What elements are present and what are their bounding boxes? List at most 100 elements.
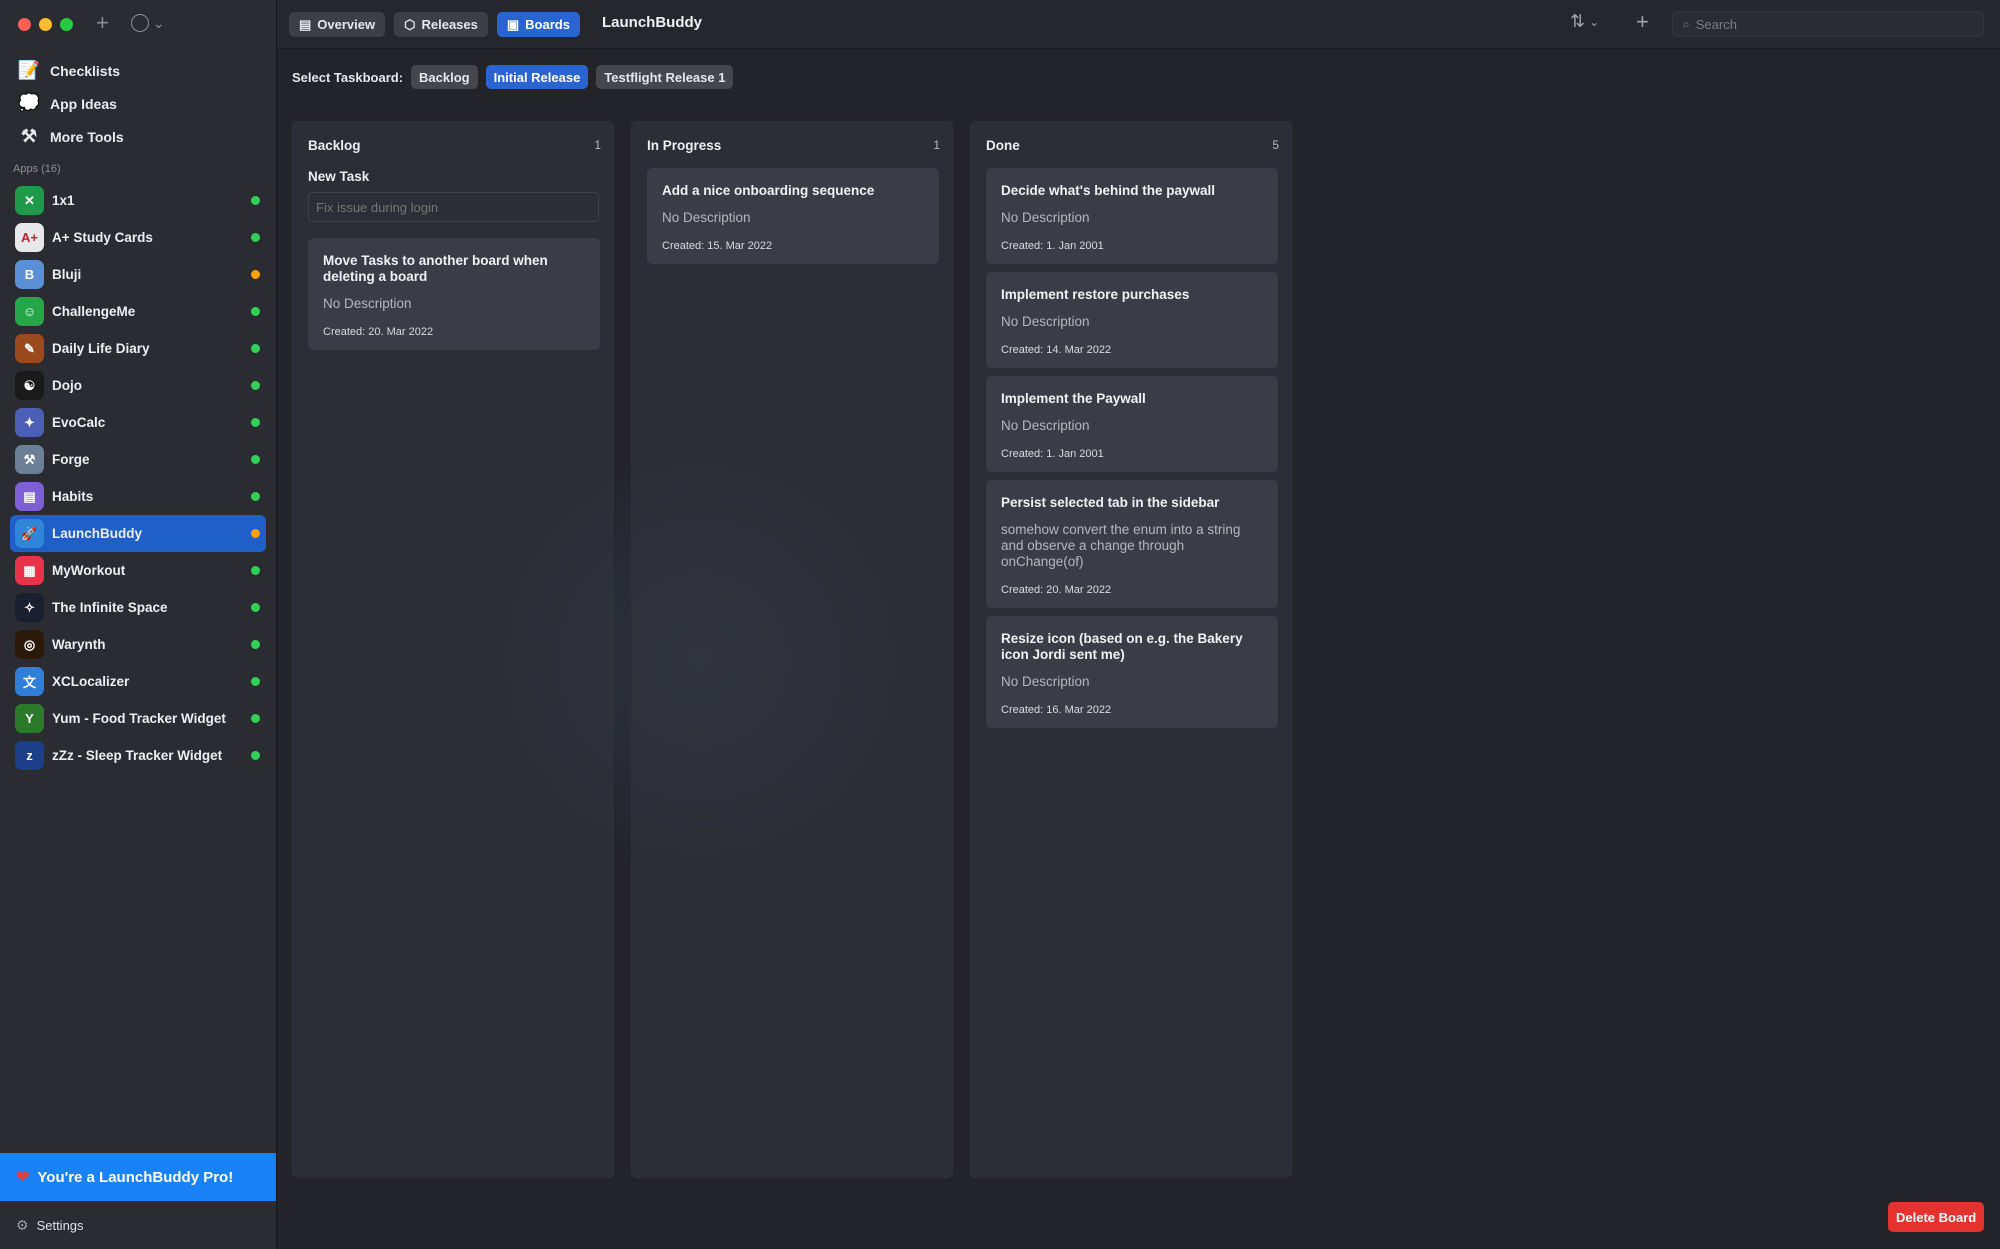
tab-overview[interactable]: ▤ Overview (289, 12, 386, 37)
app-icon: ⚒ (15, 445, 44, 474)
settings-button[interactable]: ⚙ Settings (0, 1201, 276, 1249)
app-icon: ✕ (15, 186, 44, 215)
status-dot (251, 270, 260, 279)
taskboard-selector: Select Taskboard: Backlog Initial Release… (292, 65, 734, 89)
task-created-date: Created: 1. Jan 2001 (1001, 240, 1104, 252)
page-title: LaunchBuddy (602, 14, 702, 31)
task-created-date: Created: 1. Jan 2001 (1001, 448, 1104, 460)
thought-bubble-icon: 💭 (17, 93, 41, 113)
window-controls (18, 18, 73, 31)
chevron-down-icon: ⌄ (1589, 14, 1600, 29)
column-count: 5 (1272, 138, 1279, 152)
sidebar-app-label: zZz - Sleep Tracker Widget (52, 748, 223, 763)
app-icon: 文 (15, 667, 44, 696)
task-description: No Description (1001, 418, 1090, 433)
sidebar-app-item[interactable]: ✧ The Infinite Space (10, 589, 266, 626)
sidebar-app-item[interactable]: ▤ Habits (10, 478, 266, 515)
sidebar-app-item[interactable]: ☯ Dojo (10, 367, 266, 404)
column-title: In Progress (647, 138, 722, 153)
sidebar-app-label: XCLocalizer (52, 674, 130, 689)
search-field[interactable]: ⌕ Search (1672, 11, 1984, 37)
sidebar-app-item[interactable]: ✎ Daily Life Diary (10, 330, 266, 367)
card-list: Add a nice onboarding sequence No Descrip… (647, 168, 939, 272)
status-dot (251, 307, 260, 316)
column-count: 1 (594, 138, 601, 152)
app-icon: ✧ (15, 593, 44, 622)
sidebar-app-item[interactable]: Y Yum - Food Tracker Widget (10, 700, 266, 737)
sidebar-app-item[interactable]: ▦ MyWorkout (10, 552, 266, 589)
app-icon: ✎ (15, 334, 44, 363)
taskboard-button[interactable]: Backlog (411, 65, 478, 89)
minimize-window-button[interactable] (39, 18, 52, 31)
sidebar-app-item[interactable]: ✕ 1x1 (10, 182, 266, 219)
settings-label: Settings (36, 1217, 84, 1233)
app-icon: Y (15, 704, 44, 733)
sidebar-tool-item[interactable]: 📝 Checklists (0, 54, 276, 87)
task-description: No Description (662, 210, 751, 225)
task-card[interactable]: Decide what's behind the paywall No Descr… (986, 168, 1278, 264)
toolbar: ▤ Overview ⬡ Releases ▣ Boards LaunchBuddy ⇅ … (277, 0, 2000, 49)
sidebar-app-item[interactable]: ◎ Warynth (10, 626, 266, 663)
app-icon: 🚀 (15, 519, 44, 548)
sidebar-app-item[interactable]: z zZz - Sleep Tracker Widget (10, 737, 266, 774)
add-button[interactable]: + (1636, 9, 1649, 35)
app-icon: ☺ (15, 297, 44, 326)
add-app-icon[interactable]: + (96, 10, 109, 36)
sidebar-toolbar: + ⌄ (96, 10, 165, 36)
status-dot (251, 492, 260, 501)
status-dot (251, 714, 260, 723)
status-dot (251, 529, 260, 538)
task-title: Implement restore purchases (1001, 287, 1190, 302)
sidebar-app-item[interactable]: A+ A+ Study Cards (10, 219, 266, 256)
status-dot (251, 233, 260, 242)
task-card[interactable]: Add a nice onboarding sequence No Descrip… (647, 168, 939, 264)
task-created-date: Created: 15. Mar 2022 (662, 240, 773, 252)
delete-board-button[interactable]: Delete Board (1888, 1202, 1985, 1232)
sidebar: + ⌄ 📝 Checklists 💭 App Ideas ⚒ More Tools App… (0, 0, 277, 1249)
status-dot (251, 196, 260, 205)
column-backlog: Backlog 1 New Task Move Tasks to another… (292, 121, 614, 1178)
close-window-button[interactable] (18, 18, 31, 31)
tab-releases[interactable]: ⬡ Releases (394, 12, 488, 37)
maximize-window-button[interactable] (60, 18, 73, 31)
sidebar-app-item[interactable]: B Bluji (10, 256, 266, 293)
sidebar-app-label: Bluji (52, 267, 82, 282)
filter-menu-button[interactable]: ⌄ (130, 14, 165, 32)
sort-menu-button[interactable]: ⇅ ⌄ (1570, 11, 1599, 32)
sidebar-tool-label: More Tools (50, 128, 124, 145)
apps-list: ✕ 1x1 A+ A+ Study Cards B Bluji ☺ ChallengeMe ✎ D… (10, 182, 266, 774)
task-description: No Description (1001, 210, 1090, 225)
task-card[interactable]: Resize icon (based on e.g. the Bakery ic… (986, 616, 1278, 728)
task-card[interactable]: Implement the Paywall No Description Creat… (986, 376, 1278, 472)
pro-banner[interactable]: ❤ You're a LaunchBuddy Pro! (0, 1153, 276, 1201)
column-header: Done 5 (986, 138, 1279, 153)
taskboard-selector-label: Select Taskboard: (292, 69, 404, 85)
pro-banner-label: You're a LaunchBuddy Pro! (37, 1168, 234, 1186)
sidebar-tool-item[interactable]: 💭 App Ideas (0, 87, 276, 120)
taskboard-button[interactable]: Testflight Release 1 (596, 65, 734, 89)
task-created-date: Created: 20. Mar 2022 (323, 326, 434, 338)
new-task-label: New Task (308, 169, 370, 184)
task-card[interactable]: Persist selected tab in the sidebar someh… (986, 480, 1278, 608)
app-icon: ▦ (15, 556, 44, 585)
new-task-input[interactable] (308, 192, 599, 222)
sidebar-app-item[interactable]: ☺ ChallengeMe (10, 293, 266, 330)
sidebar-app-item[interactable]: 文 XCLocalizer (10, 663, 266, 700)
sidebar-app-item[interactable]: ⚒ Forge (10, 441, 266, 478)
checklist-icon: 📝 (17, 60, 41, 80)
tab-label: Boards (525, 17, 570, 32)
status-dot (251, 418, 260, 427)
status-dot (251, 566, 260, 575)
sidebar-tool-label: Checklists (50, 62, 121, 79)
sidebar-app-item[interactable]: ✦ EvoCalc (10, 404, 266, 441)
sidebar-app-item[interactable]: 🚀 LaunchBuddy (10, 515, 266, 552)
task-created-date: Created: 14. Mar 2022 (1001, 344, 1112, 356)
task-card[interactable]: Move Tasks to another board when deletin… (308, 238, 600, 350)
sidebar-tool-item[interactable]: ⚒ More Tools (0, 120, 276, 153)
taskboard-button[interactable]: Initial Release (485, 65, 589, 89)
task-card[interactable]: Implement restore purchases No Descriptio… (986, 272, 1278, 368)
sidebar-app-label: Warynth (52, 637, 106, 652)
tab-boards[interactable]: ▣ Boards (496, 12, 580, 37)
task-description: somehow convert the enum into a string a… (1001, 522, 1241, 569)
task-title: Add a nice onboarding sequence (662, 183, 875, 198)
